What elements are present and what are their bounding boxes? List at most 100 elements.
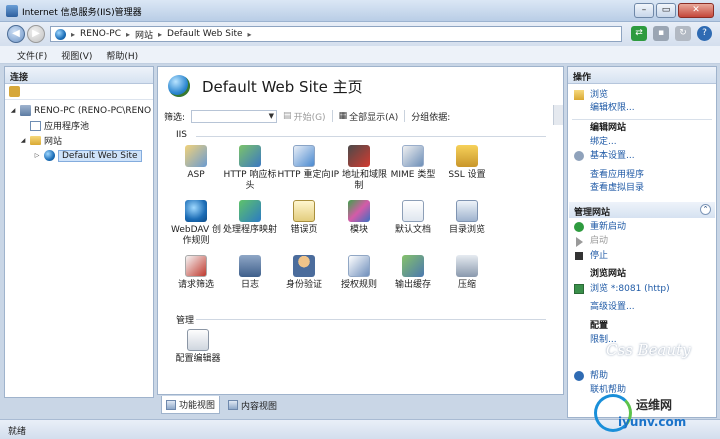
action-view-applications[interactable]: 查看应用程序 — [590, 170, 644, 181]
tab-content-view[interactable]: 内容视图 — [224, 396, 281, 414]
address-bar: ◀ ▶ ▸ RENO-PC ▸ 网站 ▸ Default Web Site ▸ … — [0, 22, 720, 46]
action-restart[interactable]: 重新启动 — [590, 222, 626, 233]
feature-error-pages[interactable]: 错误页 — [276, 200, 332, 236]
browse-site-title: 浏览网站 — [590, 269, 627, 279]
help-icon[interactable]: ? — [697, 26, 712, 41]
globe-icon — [44, 150, 55, 161]
action-online-help[interactable]: 联机帮助 — [590, 385, 626, 396]
action-edit-permissions[interactable]: 编辑权限... — [590, 103, 635, 114]
expand-triangle-icon[interactable]: ▷ — [33, 152, 41, 159]
breadcrumb-separator-icon[interactable]: ▸ — [126, 30, 130, 39]
feature-authentication[interactable]: 身份验证 — [276, 255, 332, 291]
collapse-triangle-icon[interactable]: ◢ — [9, 107, 17, 114]
breadcrumb-separator-icon[interactable]: ▸ — [248, 30, 252, 39]
action-browse-port[interactable]: 浏览 *:8081 (http) — [590, 284, 670, 295]
feature-asp[interactable]: ASP — [168, 145, 224, 181]
authorization-rules-icon — [348, 255, 370, 277]
forward-arrow-icon[interactable]: ▶ — [27, 25, 45, 43]
connections-header: 连接 — [5, 67, 153, 84]
breadcrumb-sites[interactable]: 网站 — [135, 28, 153, 41]
action-start[interactable]: 启动 — [590, 236, 608, 247]
action-limits[interactable]: 限制... — [590, 335, 617, 346]
connect-icon[interactable]: ⇄ — [631, 26, 647, 41]
minimize-button[interactable]: – — [634, 3, 654, 18]
feature-request-filtering[interactable]: 请求筛选 — [168, 255, 224, 291]
feature-directory-browsing[interactable]: 目录浏览 — [439, 200, 495, 236]
close-button[interactable]: ✕ — [678, 3, 714, 18]
show-all-icon: ▦ — [338, 111, 348, 121]
group-by-label[interactable]: 分组依据: — [411, 110, 450, 123]
error-pages-icon — [293, 200, 315, 222]
breadcrumb[interactable]: ▸ RENO-PC ▸ 网站 ▸ Default Web Site ▸ — [50, 26, 622, 42]
feature-compression[interactable]: 压缩 — [439, 255, 495, 291]
collapse-chevron-icon[interactable]: ⌃ — [700, 204, 711, 215]
action-basic-settings[interactable]: 基本设置... — [590, 151, 635, 162]
feature-label: 目录浏览 — [448, 225, 485, 235]
actions-header: 操作 — [568, 67, 716, 84]
feature-default-document[interactable]: 默认文档 — [385, 200, 441, 236]
feature-mime-types[interactable]: MIME 类型 — [385, 145, 441, 181]
settings-icon — [574, 151, 584, 161]
tab-features-view[interactable]: 功能视图 — [161, 396, 221, 414]
tree-node-server[interactable]: ◢ RENO-PC (RENO-PC\RENO — [9, 103, 153, 118]
tree-label: RENO-PC (RENO-PC\RENO — [34, 105, 152, 116]
feature-modules[interactable]: 模块 — [331, 200, 387, 236]
actions-pane: 操作 浏览 编辑权限... 编辑网站 绑定... 基本设置... 查看应用程序 … — [567, 66, 717, 418]
feature-label: 请求筛选 — [177, 280, 214, 290]
feature-authorization-rules[interactable]: 授权规则 — [331, 255, 387, 291]
tab-label: 功能视图 — [179, 401, 216, 411]
feature-label: 配置编辑器 — [175, 354, 221, 364]
manage-site-title: 管理网站 — [574, 208, 611, 218]
action-view-virtual-directories[interactable]: 查看虚拟目录 — [590, 183, 644, 194]
feature-logging[interactable]: 日志 — [222, 255, 278, 291]
feature-http-redirect[interactable]: HTTP 重定向 — [276, 145, 332, 181]
feature-handler-mappings[interactable]: 处理程序映射 — [222, 200, 278, 236]
tab-label: 内容视图 — [241, 401, 278, 412]
modules-icon — [348, 200, 370, 222]
save-icon[interactable]: ▪ — [653, 26, 669, 41]
breadcrumb-separator-icon[interactable]: ▸ — [158, 30, 162, 39]
filter-input[interactable]: ▼ — [191, 109, 278, 123]
tree-node-app-pools[interactable]: 应用程序池 — [9, 118, 153, 133]
feature-label: SSL 设置 — [448, 170, 486, 180]
breadcrumb-server[interactable]: RENO-PC — [80, 29, 121, 39]
content-view-icon — [228, 400, 239, 410]
feature-label: 日志 — [240, 280, 259, 290]
http-response-headers-icon — [239, 145, 261, 167]
feature-label: 默认文档 — [394, 225, 431, 235]
feature-http-response-headers[interactable]: HTTP 响应标头 — [222, 145, 278, 192]
window-controls: – ▭ ✕ — [634, 3, 714, 18]
filter-bar: 筛选: ▼ ▤ 开始(G) ▦ 全部显示(A) 分组依据: — [164, 108, 553, 124]
feature-ssl-settings[interactable]: SSL 设置 — [439, 145, 495, 181]
collapse-triangle-icon[interactable]: ◢ — [19, 137, 27, 144]
start-filter-button[interactable]: ▤ 开始(G) — [283, 110, 326, 123]
action-help[interactable]: 帮助 — [590, 371, 608, 382]
dropdown-arrow-icon[interactable]: ▼ — [269, 112, 274, 120]
feature-webdav-authoring-rules[interactable]: WebDAV 创作规则 — [168, 200, 224, 247]
menu-view[interactable]: 视图(V) — [54, 46, 99, 63]
menu-help[interactable]: 帮助(H) — [99, 46, 145, 63]
new-connection-icon[interactable] — [9, 86, 20, 97]
breadcrumb-separator-icon[interactable]: ▸ — [71, 30, 75, 39]
action-browse[interactable]: 浏览 — [590, 90, 608, 101]
action-bindings[interactable]: 绑定... — [590, 137, 617, 148]
go-icon: ▤ — [283, 111, 292, 121]
show-all-button[interactable]: ▦ 全部显示(A) — [339, 110, 399, 123]
tree-node-sites[interactable]: ◢ 网站 — [9, 133, 153, 148]
breadcrumb-site[interactable]: Default Web Site — [167, 29, 243, 39]
scrollbar[interactable] — [553, 105, 563, 125]
feature-ip-domain-restrictions[interactable]: IP 地址和域限制 — [331, 145, 387, 192]
action-advanced-settings[interactable]: 高级设置... — [590, 302, 635, 313]
tree-node-default-web-site[interactable]: ▷ Default Web Site — [9, 148, 153, 163]
menu-file[interactable]: 文件(F) — [10, 46, 54, 63]
feature-output-caching[interactable]: 输出缓存 — [385, 255, 441, 291]
http-redirect-icon — [293, 145, 315, 167]
feature-configuration-editor[interactable]: 配置编辑器 — [168, 329, 228, 365]
feature-label: 身份验证 — [285, 280, 322, 290]
default-document-icon — [402, 200, 424, 222]
back-arrow-icon[interactable]: ◀ — [7, 25, 25, 43]
action-stop[interactable]: 停止 — [590, 251, 608, 262]
feature-label: 处理程序映射 — [222, 225, 277, 235]
maximize-button[interactable]: ▭ — [656, 3, 676, 18]
refresh-icon[interactable]: ↻ — [675, 26, 691, 41]
